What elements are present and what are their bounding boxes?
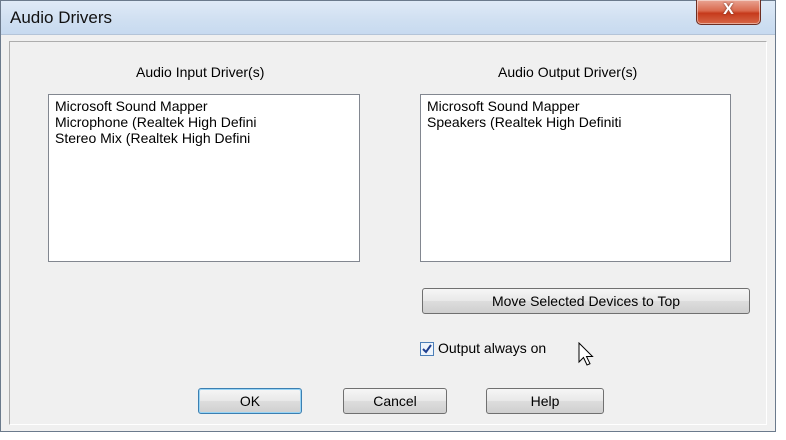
close-icon: X [723,1,734,18]
input-driver-item[interactable]: Stereo Mix (Realtek High Defini [55,130,353,146]
move-selected-devices-button[interactable]: Move Selected Devices to Top [422,288,750,314]
input-driver-label: Audio Input Driver(s) [136,64,265,80]
close-button[interactable]: X [696,0,761,25]
content-panel: Audio Input Driver(s) Microsoft Sound Ma… [9,41,767,425]
output-driver-list[interactable]: Microsoft Sound Mapper Speakers (Realtek… [420,94,731,262]
output-always-on-label[interactable]: Output always on [438,340,546,356]
audio-drivers-dialog: Audio Drivers X Audio Input Driver(s) Mi… [0,0,776,432]
input-driver-item[interactable]: Microsoft Sound Mapper [55,98,353,114]
checkmark-icon [422,344,432,354]
help-button[interactable]: Help [486,388,604,414]
output-driver-label: Audio Output Driver(s) [498,64,638,80]
mouse-pointer-icon [578,342,594,366]
output-always-on-checkbox[interactable] [420,342,434,356]
output-driver-item[interactable]: Microsoft Sound Mapper [427,98,724,114]
input-driver-list[interactable]: Microsoft Sound Mapper Microphone (Realt… [48,94,360,262]
cancel-button[interactable]: Cancel [343,388,447,414]
window-title: Audio Drivers [10,8,113,27]
input-driver-item[interactable]: Microphone (Realtek High Defini [55,114,353,130]
ok-button[interactable]: OK [198,388,302,414]
title-bar[interactable]: Audio Drivers X [1,0,775,35]
output-driver-item[interactable]: Speakers (Realtek High Definiti [427,114,724,130]
